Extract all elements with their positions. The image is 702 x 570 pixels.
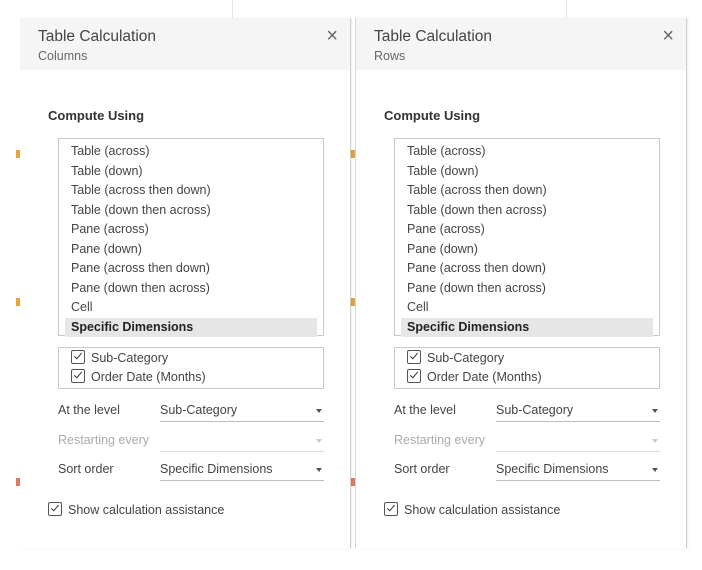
compute-using-label: Compute Using (384, 108, 481, 123)
compute-using-option[interactable]: Table (across then down) (401, 181, 653, 201)
chevron-down-icon (652, 439, 658, 443)
checkbox-checked-icon[interactable] (407, 369, 421, 383)
compute-using-option[interactable]: Pane (down) (65, 240, 317, 260)
checkbox-checked-icon[interactable] (407, 350, 421, 364)
background-gridline (566, 0, 567, 18)
compute-using-option[interactable]: Table (down then across) (65, 201, 317, 221)
chevron-down-icon (652, 468, 658, 472)
specific-dimensions-list[interactable]: Sub-Category Order Date (Months) (394, 347, 660, 389)
compute-using-option[interactable]: Cell (65, 298, 317, 318)
table-calculation-panel-rows: Table Calculation Rows × Compute Using T… (355, 18, 687, 548)
dimension-checkbox-row[interactable]: Order Date (Months) (71, 368, 206, 387)
sort-order-label: Sort order (58, 462, 114, 476)
dimension-label: Order Date (Months) (427, 370, 542, 384)
restarting-every-label: Restarting every (58, 433, 150, 447)
dimension-label: Sub-Category (427, 351, 505, 365)
compute-using-option[interactable]: Pane (across) (65, 220, 317, 240)
restarting-every-dropdown (496, 431, 660, 452)
specific-dimensions-list[interactable]: Sub-Category Order Date (Months) (58, 347, 324, 389)
chevron-down-icon (316, 468, 322, 472)
at-the-level-value: Sub-Category (160, 403, 238, 417)
show-calculation-assistance-checkbox[interactable]: Show calculation assistance (48, 502, 224, 517)
sort-order-value: Specific Dimensions (160, 462, 273, 476)
compute-using-option[interactable]: Pane (across then down) (401, 259, 653, 279)
compute-using-list[interactable]: Table (across) Table (down) Table (across … (58, 138, 324, 337)
compute-using-option[interactable]: Table (down then across) (401, 201, 653, 221)
table-calculation-panel-columns: Table Calculation Columns × Compute Usin… (20, 18, 351, 548)
dimension-checkbox-row[interactable]: Sub-Category (407, 349, 504, 368)
sort-order-value: Specific Dimensions (496, 462, 609, 476)
chevron-down-icon (652, 409, 658, 413)
sort-order-label: Sort order (394, 462, 450, 476)
dimension-label: Order Date (Months) (91, 370, 206, 384)
compute-using-option[interactable]: Table (across then down) (65, 181, 317, 201)
checkbox-checked-icon[interactable] (48, 502, 62, 516)
sort-order-dropdown[interactable]: Specific Dimensions (160, 460, 324, 481)
dimension-checkbox-row[interactable]: Sub-Category (71, 349, 168, 368)
compute-using-option[interactable]: Pane (across then down) (65, 259, 317, 279)
panel-subtitle: Columns (38, 49, 88, 63)
panel-title: Table Calculation (38, 28, 157, 45)
restarting-every-label: Restarting every (394, 433, 486, 447)
compute-using-option[interactable]: Pane (down then across) (401, 279, 653, 299)
compute-using-option[interactable]: Cell (401, 298, 653, 318)
show-calculation-assistance-label: Show calculation assistance (404, 503, 561, 517)
chevron-down-icon (316, 439, 322, 443)
compute-using-option[interactable]: Pane (down then across) (65, 279, 317, 299)
sort-order-dropdown[interactable]: Specific Dimensions (496, 460, 660, 481)
compute-using-list[interactable]: Table (across) Table (down) Table (across … (394, 138, 660, 337)
panel-subtitle: Rows (374, 49, 406, 63)
show-calculation-assistance-label: Show calculation assistance (68, 503, 225, 517)
at-the-level-dropdown[interactable]: Sub-Category (496, 401, 660, 422)
close-icon[interactable]: × (326, 26, 338, 46)
compute-using-option[interactable]: Table (down) (65, 162, 317, 182)
panel-title: Table Calculation (374, 28, 493, 45)
checkbox-checked-icon[interactable] (384, 502, 398, 516)
background-gridline (232, 0, 233, 18)
at-the-level-value: Sub-Category (496, 403, 574, 417)
compute-using-option[interactable]: Specific Dimensions (65, 317, 317, 337)
dimension-checkbox-row[interactable]: Order Date (Months) (407, 368, 542, 387)
at-the-level-label: At the level (58, 403, 120, 417)
panel-header: Table Calculation Columns × (20, 18, 350, 70)
checkbox-checked-icon[interactable] (71, 350, 85, 364)
restarting-every-dropdown (160, 431, 324, 452)
at-the-level-label: At the level (394, 403, 456, 417)
at-the-level-dropdown[interactable]: Sub-Category (160, 401, 324, 422)
dimension-label: Sub-Category (91, 351, 169, 365)
panel-header: Table Calculation Rows × (356, 18, 686, 70)
chevron-down-icon (316, 409, 322, 413)
show-calculation-assistance-checkbox[interactable]: Show calculation assistance (384, 502, 560, 517)
compute-using-option[interactable]: Specific Dimensions (401, 317, 653, 337)
compute-using-option[interactable]: Table (across) (401, 142, 653, 162)
compute-using-label: Compute Using (48, 108, 145, 123)
compute-using-option[interactable]: Pane (down) (401, 240, 653, 260)
checkbox-checked-icon[interactable] (71, 369, 85, 383)
compute-using-option[interactable]: Table (across) (65, 142, 317, 162)
compute-using-option[interactable]: Pane (across) (401, 220, 653, 240)
compute-using-option[interactable]: Table (down) (401, 162, 653, 182)
close-icon[interactable]: × (662, 26, 674, 46)
